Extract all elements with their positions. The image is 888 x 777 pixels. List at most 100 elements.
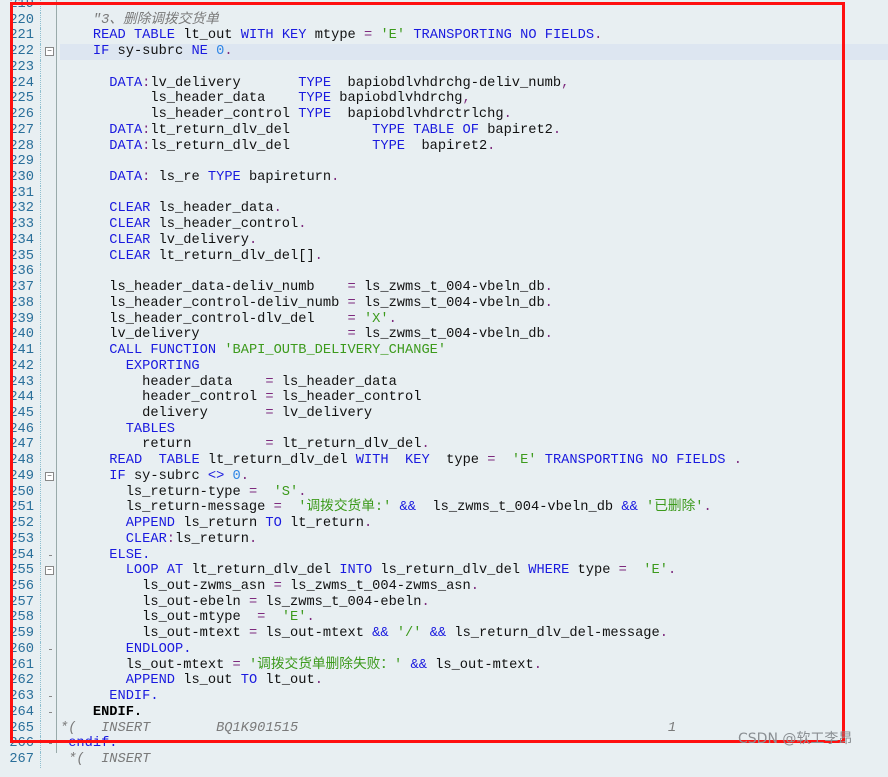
code-text[interactable]: ls_header_data TYPE bapiobdlvhdrchg, [60,91,888,107]
code-text[interactable]: TABLES [60,422,888,438]
code-text[interactable]: EXPORTING [60,359,888,375]
code-text[interactable]: CLEAR ls_header_control. [60,217,888,233]
code-line[interactable]: 259 ls_out-mtext = ls_out-mtext && '/' &… [0,626,888,642]
code-text[interactable] [60,264,888,280]
code-line[interactable]: 256 ls_out-zwms_asn = ls_zwms_t_004-zwms… [0,579,888,595]
code-line[interactable]: 220 "3、删除调拨交货单 [0,12,888,29]
code-line[interactable]: 240 lv_delivery = ls_zwms_t_004-vbeln_db… [0,327,888,344]
fold-toggle-icon[interactable]: − [45,471,54,481]
code-text[interactable]: ENDIF. [60,689,888,705]
code-line[interactable]: 222 − IF sy-subrc NE 0. [0,44,888,60]
code-line[interactable]: 255 − LOOP AT lt_return_dlv_del INTO ls_r… [0,563,888,579]
code-line[interactable]: 252 APPEND ls_return TO lt_return. [0,516,888,532]
code-line[interactable]: 257 ls_out-ebeln = ls_zwms_t_004-ebeln. [0,594,888,611]
code-line[interactable]: 258 ls_out-mtype = 'E'. [0,610,888,627]
code-text[interactable]: APPEND ls_out TO lt_out. [60,673,888,689]
code-text[interactable] [60,60,888,76]
code-line[interactable]: 248 READ TABLE lt_return_dlv_del WITH KE… [0,453,888,469]
code-line[interactable]: 243 header_data = ls_header_data [0,374,888,391]
code-text[interactable]: READ TABLE lt_return_dlv_del WITH KEY ty… [60,453,888,469]
code-text[interactable]: ls_out-zwms_asn = ls_zwms_t_004-zwms_asn… [60,579,888,595]
fold-toggle-icon[interactable]: − [45,47,54,57]
code-line[interactable]: 254 ELSE. [0,547,888,564]
code-line[interactable]: 230 DATA: ls_re TYPE bapireturn. [0,170,888,186]
code-line[interactable]: 225 ls_header_data TYPE bapiobdlvhdrchg, [0,91,888,108]
code-line[interactable]: 238 ls_header_control-deliv_numb = ls_zw… [0,295,888,312]
code-line[interactable]: 251 ls_return-message = '调拨交货单:' && ls_z… [0,500,888,517]
code-text[interactable] [60,154,888,170]
code-line[interactable]: 234 CLEAR lv_delivery. [0,232,888,249]
code-text[interactable]: DATA: ls_re TYPE bapireturn. [60,170,888,186]
code-text[interactable]: ls_out-mtext = ls_out-mtext && '/' && ls… [60,626,888,642]
code-line[interactable]: 228 DATA:ls_return_dlv_del TYPE bapiret2… [0,138,888,155]
gutter-dots [40,610,42,627]
gutter-dots [40,44,42,60]
code-text[interactable]: *( INSERT [60,752,888,768]
fold-toggle-icon[interactable]: − [45,566,54,576]
code-line[interactable]: 245 delivery = lv_delivery [0,405,888,422]
code-line[interactable]: 229 [0,154,888,171]
code-line[interactable]: 261 ls_out-mtext = '调拨交货单删除失败：' && ls_ou… [0,657,888,674]
code-text[interactable]: ls_out-mtype = 'E'. [60,610,888,626]
code-line[interactable]: 232 CLEAR ls_header_data. [0,201,888,218]
code-text[interactable]: LOOP AT lt_return_dlv_del INTO ls_return… [60,563,888,579]
code-line[interactable]: 236 [0,264,888,281]
code-text[interactable]: header_data = ls_header_data [60,375,888,391]
code-text[interactable]: CLEAR lv_delivery. [60,233,888,249]
code-line[interactable]: 223 [0,59,888,76]
code-text[interactable]: return = lt_return_dlv_del. [60,437,888,453]
code-text[interactable]: ls_out-ebeln = ls_zwms_t_004-ebeln. [60,595,888,611]
code-text[interactable]: CLEAR lt_return_dlv_del[]. [60,249,888,265]
code-text[interactable]: CLEAR:ls_return. [60,532,888,548]
code-line[interactable]: 247 return = lt_return_dlv_del. [0,437,888,454]
code-text[interactable] [60,0,888,13]
code-text[interactable]: ls_header_data-deliv_numb = ls_zwms_t_00… [60,280,888,296]
code-text[interactable]: DATA:lv_delivery TYPE bapiobdlvhdrchg-de… [60,76,888,92]
code-text[interactable]: DATA:lt_return_dlv_del TYPE TABLE OF bap… [60,123,888,139]
code-text[interactable]: IF sy-subrc NE 0. [60,44,888,60]
code-text[interactable]: ls_out-mtext = '调拨交货单删除失败：' && ls_out-mt… [60,658,888,674]
code-text[interactable]: ls_header_control TYPE bapiobdlvhdrctrlc… [60,107,888,123]
code-line[interactable]: 226 ls_header_control TYPE bapiobdlvhdrc… [0,107,888,123]
code-line[interactable]: 267 *( INSERT [0,752,888,768]
code-text[interactable]: ls_header_control-deliv_numb = ls_zwms_t… [60,296,888,312]
code-line[interactable]: 237 ls_header_data-deliv_numb = ls_zwms_… [0,280,888,296]
code-line[interactable]: 231 [0,185,888,202]
code-text[interactable]: "3、删除调拨交货单 [60,13,888,29]
code-line[interactable]: 227 DATA:lt_return_dlv_del TYPE TABLE OF… [0,122,888,139]
code-line[interactable]: 219 [0,0,888,13]
abap-code-editor[interactable]: 219 220 "3、删除调拨交货单 221 READ TABLE lt_out W… [0,0,888,777]
code-text[interactable]: ls_return-type = 'S'. [60,485,888,501]
code-text[interactable]: ls_header_control-dlv_del = 'X'. [60,312,888,328]
code-text[interactable]: ENDIF. [60,705,888,721]
code-line[interactable]: 250 ls_return-type = 'S'. [0,484,888,501]
code-line[interactable]: 221 READ TABLE lt_out WITH KEY mtype = '… [0,28,888,45]
code-line[interactable]: 264 ENDIF. [0,704,888,721]
code-line[interactable]: 224 DATA:lv_delivery TYPE bapiobdlvhdrch… [0,75,888,92]
code-text[interactable]: ELSE. [60,548,888,564]
code-text[interactable]: CLEAR ls_header_data. [60,201,888,217]
code-text[interactable]: APPEND ls_return TO lt_return. [60,516,888,532]
code-text[interactable]: READ TABLE lt_out WITH KEY mtype = 'E' T… [60,28,888,44]
code-text[interactable]: IF sy-subrc <> 0. [60,469,888,485]
code-text[interactable]: CALL FUNCTION 'BAPI_OUTB_DELIVERY_CHANGE… [60,343,888,359]
code-line[interactable]: 260 ENDLOOP. [0,641,888,658]
code-line[interactable]: 246 TABLES [0,421,888,438]
code-line[interactable]: 241 CALL FUNCTION 'BAPI_OUTB_DELIVERY_CH… [0,343,888,359]
code-line[interactable]: 262 APPEND ls_out TO lt_out. [0,673,888,690]
code-text[interactable]: lv_delivery = ls_zwms_t_004-vbeln_db. [60,327,888,343]
code-text[interactable]: header_control = ls_header_control [60,390,888,406]
code-line[interactable]: 249 − IF sy-subrc <> 0. [0,468,888,485]
code-line[interactable]: 253 CLEAR:ls_return. [0,531,888,548]
code-line[interactable]: 244 header_control = ls_header_control [0,390,888,406]
code-text[interactable]: ls_return-message = '调拨交货单:' && ls_zwms_… [60,500,888,516]
code-text[interactable]: ENDLOOP. [60,642,888,658]
code-text[interactable]: delivery = lv_delivery [60,406,888,422]
code-line[interactable]: 235 CLEAR lt_return_dlv_del[]. [0,248,888,265]
code-line[interactable]: 233 CLEAR ls_header_control. [0,217,888,233]
code-text[interactable]: DATA:ls_return_dlv_del TYPE bapiret2. [60,139,888,155]
code-text[interactable] [60,186,888,202]
code-line[interactable]: 242 EXPORTING [0,358,888,375]
code-line[interactable]: 239 ls_header_control-dlv_del = 'X'. [0,311,888,328]
code-line[interactable]: 263 ENDIF. [0,689,888,705]
